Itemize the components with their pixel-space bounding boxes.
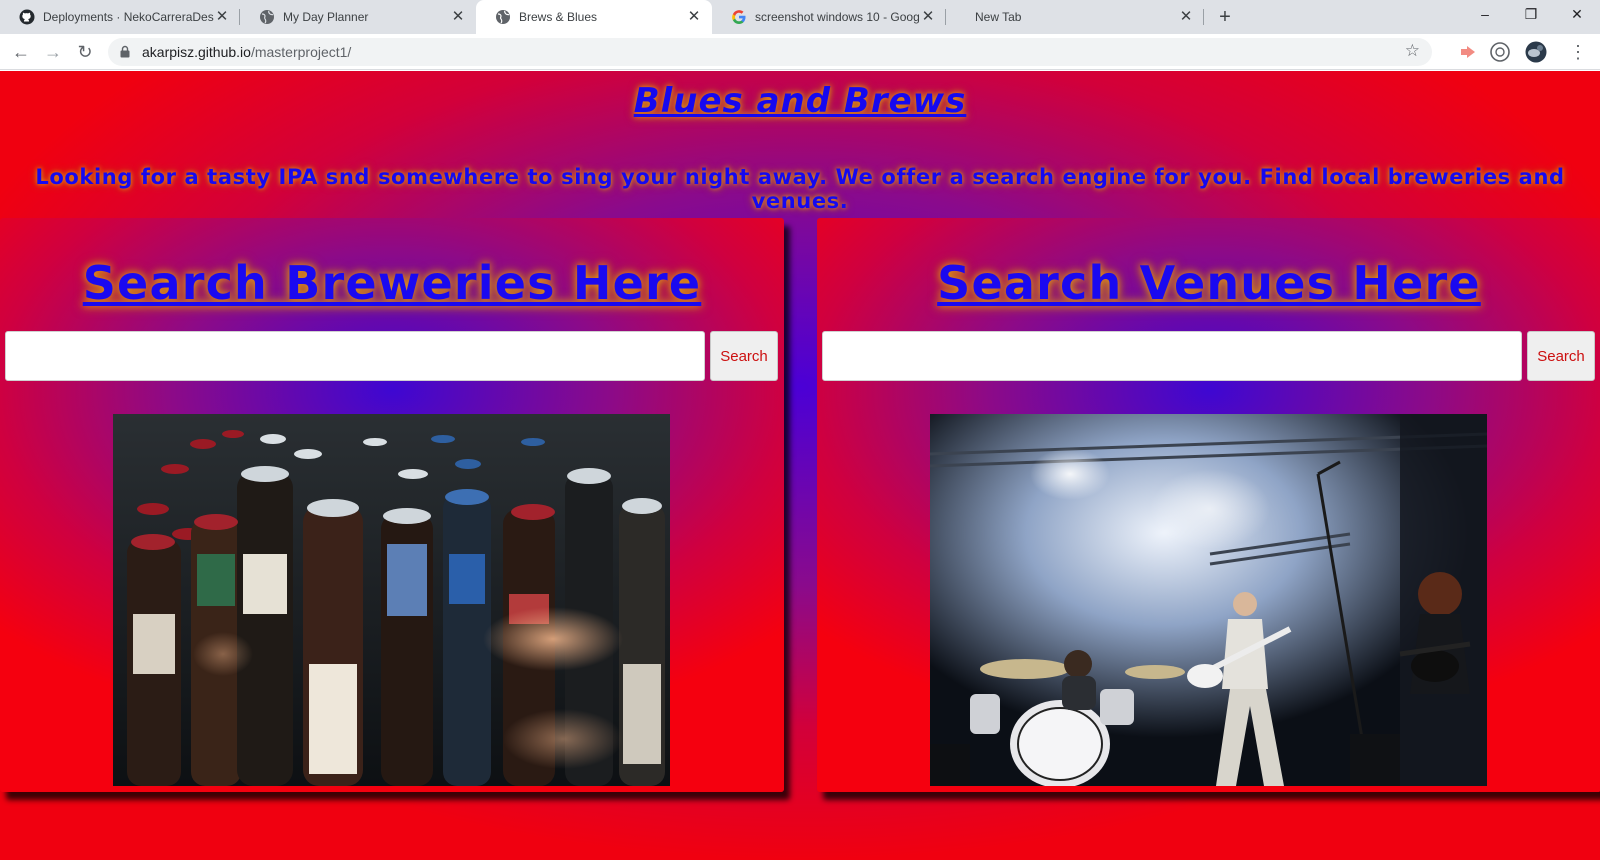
close-tab-icon[interactable]: ✕ xyxy=(450,9,466,25)
lock-icon xyxy=(120,45,130,58)
restore-window-icon[interactable]: ❐ xyxy=(1508,0,1554,30)
tab-google-search[interactable]: screenshot windows 10 - Google ✕ xyxy=(712,0,946,34)
breweries-panel: Search Breweries Here Search xyxy=(0,218,784,792)
extension-red-icon[interactable] xyxy=(1456,40,1480,64)
google-icon xyxy=(731,9,747,25)
close-tab-icon[interactable]: ✕ xyxy=(1178,9,1194,25)
close-window-icon[interactable]: ✕ xyxy=(1554,0,1600,30)
tab-title: New Tab xyxy=(975,10,1022,24)
tab-separator xyxy=(1203,9,1204,25)
tab-brews-blues[interactable]: Brews & Blues ✕ xyxy=(476,0,712,34)
venue-search-input[interactable] xyxy=(822,331,1522,381)
concert-stage-photo xyxy=(930,414,1487,786)
venue-search-button[interactable]: Search xyxy=(1527,331,1595,381)
tab-title: Deployments · NekoCarreraDesig xyxy=(43,10,214,24)
breweries-heading: Search Breweries Here xyxy=(82,256,702,310)
address-bar[interactable]: akarpisz.github.io/masterproject1/ ☆ xyxy=(108,38,1432,66)
close-tab-icon[interactable]: ✕ xyxy=(920,9,936,25)
extension-gray-icon[interactable] xyxy=(1488,40,1512,64)
github-icon xyxy=(19,9,35,25)
forward-arrow-icon[interactable]: → xyxy=(40,39,66,65)
tab-title: screenshot windows 10 - Google xyxy=(755,10,920,24)
browser-tab-strip: Deployments · NekoCarreraDesig ✕ My Day … xyxy=(0,0,1600,34)
venues-panel: Search Venues Here Search xyxy=(817,218,1600,792)
url-path: /masterproject1/ xyxy=(250,44,352,60)
globe-icon xyxy=(259,9,275,25)
reload-icon[interactable]: ↻ xyxy=(72,39,98,65)
url-text: akarpisz.github.io/masterproject1/ xyxy=(142,44,351,60)
minimize-window-icon[interactable]: – xyxy=(1462,0,1508,30)
tab-deployments[interactable]: Deployments · NekoCarreraDesig ✕ xyxy=(0,0,240,34)
site-tagline: Looking for a tasty IPA snd somewhere to… xyxy=(35,165,1565,213)
new-tab-plus-icon[interactable]: + xyxy=(1213,5,1237,29)
beer-bottles-photo xyxy=(113,414,670,786)
browser-toolbar: ← → ↻ akarpisz.github.io/masterproject1/… xyxy=(0,34,1600,70)
close-tab-icon[interactable]: ✕ xyxy=(214,9,230,25)
brewery-search-button[interactable]: Search xyxy=(710,331,778,381)
back-arrow-icon[interactable]: ← xyxy=(8,39,34,65)
star-icon[interactable]: ☆ xyxy=(1405,41,1420,61)
tab-title: My Day Planner xyxy=(283,10,369,24)
tab-new-tab[interactable]: New Tab ✕ xyxy=(946,0,1204,34)
venues-heading: Search Venues Here xyxy=(937,256,1481,310)
globe-icon xyxy=(495,9,511,25)
profile-avatar[interactable] xyxy=(1524,40,1548,64)
close-tab-icon[interactable]: ✕ xyxy=(686,9,702,25)
tab-title: Brews & Blues xyxy=(519,10,598,24)
tab-my-day-planner[interactable]: My Day Planner ✕ xyxy=(240,0,476,34)
web-page: Blues and Brews Looking for a tasty IPA … xyxy=(0,71,1600,860)
url-host: akarpisz.github.io xyxy=(142,44,251,60)
site-title: Blues and Brews xyxy=(633,81,967,121)
brewery-search-input[interactable] xyxy=(5,331,705,381)
menu-dots-icon[interactable]: ⋮ xyxy=(1566,40,1590,64)
